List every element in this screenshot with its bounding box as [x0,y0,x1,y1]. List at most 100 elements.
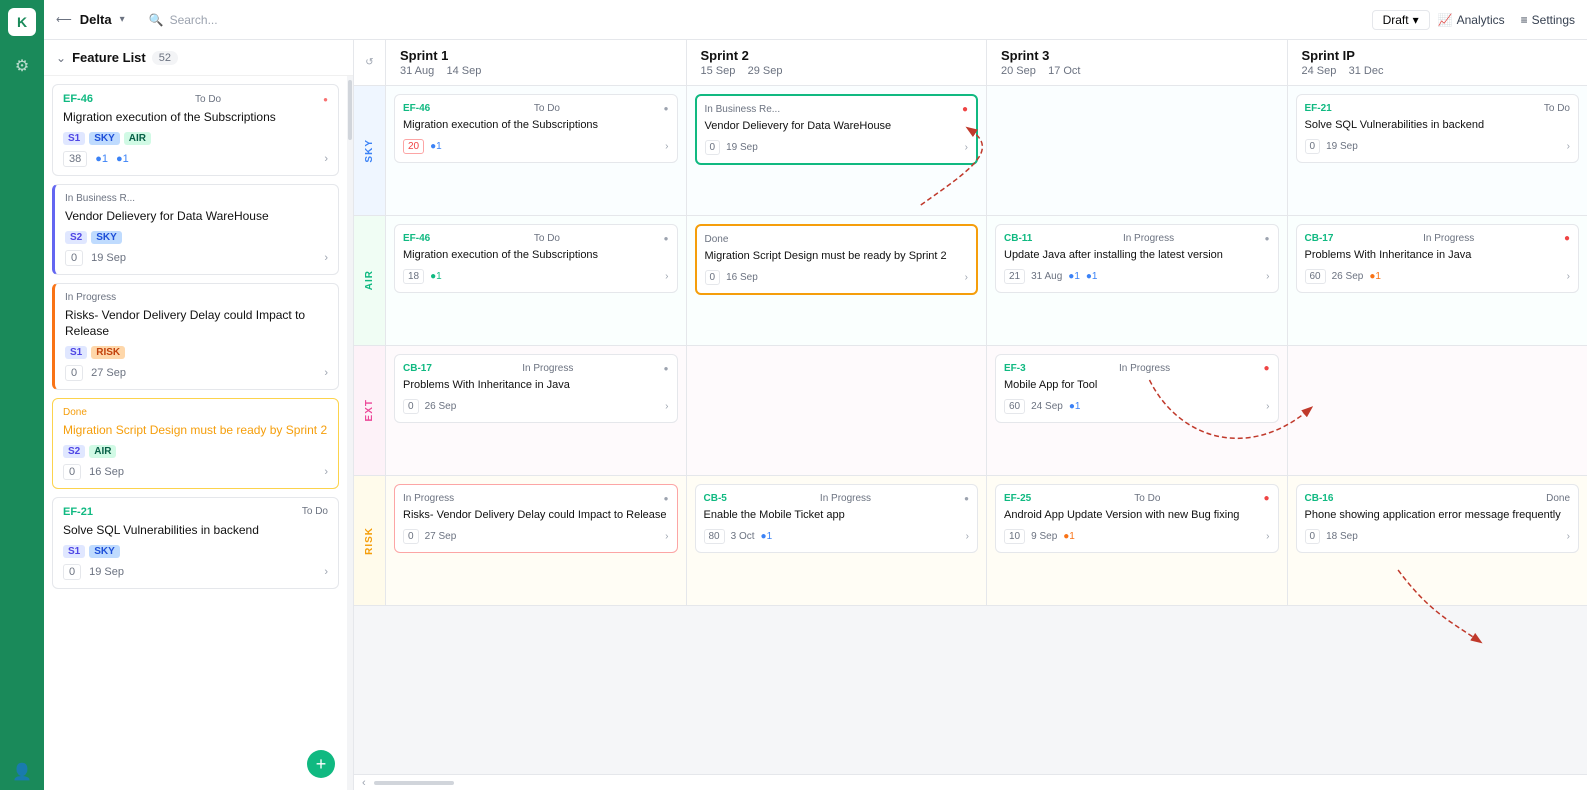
status-dot: ● [1265,234,1270,243]
chevron-right: › [665,401,668,412]
chevron-right: › [1567,141,1570,152]
b-card-id: CB-16 [1305,493,1334,504]
chevron-right: › [966,531,969,542]
card-bottom: 0 27 Sep › [65,365,328,381]
feature-card-ef46[interactable]: EF-46 To Do ● Migration execution of the… [52,84,339,176]
b-card-id: EF-25 [1004,493,1031,504]
b-card-status: To Do [534,233,560,244]
b-card-status: In Business Re... [705,104,781,115]
b-dot: ●1 [1369,271,1381,282]
settings-button[interactable]: ≡ Settings [1521,13,1575,27]
board-card-cb16-risk-sip[interactable]: CB-16 Done Phone showing application err… [1296,484,1580,553]
back-icon: ⟵ [56,13,72,26]
scroll-left-icon[interactable]: ‹ [362,777,366,789]
feature-count: 52 [152,51,178,65]
b-card-bottom: 21 31 Aug ●1 ●1 › [1004,269,1270,284]
board-cell-ext-s2 [687,346,988,475]
card-title: Solve SQL Vulnerabilities in backend [63,522,328,539]
b-card-status: To Do [1134,493,1160,504]
board-card-vendor-sky-s2[interactable]: In Business Re... ● Vendor Delievery for… [695,94,979,165]
horizontal-scrollbar[interactable]: ‹ [354,774,1587,790]
board-card-cb5-risk-s2[interactable]: CB-5 In Progress ● Enable the Mobile Tic… [695,484,979,553]
status-dot: ● [664,104,669,113]
board-card-ef46-sky-s1[interactable]: EF-46 To Do ● Migration execution of the… [394,94,678,163]
back-button[interactable]: ⟵ [56,13,72,26]
board-cell-ext-s1: CB-17 In Progress ● Problems With Inheri… [386,346,687,475]
board-card-migration-air-s2[interactable]: Done Migration Script Design must be rea… [695,224,979,295]
board-card-risks-risk-s1[interactable]: In Progress ● Risks- Vendor Delivery Del… [394,484,678,553]
board-card-ef25-risk-s3[interactable]: EF-25 To Do ● Android App Update Version… [995,484,1279,553]
b-card-title: Update Java after installing the latest … [1004,248,1270,263]
sprint2-dates: 15 Sep 29 Sep [701,65,973,77]
b-date: 31 Aug [1031,271,1062,282]
search-icon: 🔍 [149,13,164,27]
card-id: EF-21 [63,506,93,518]
feature-card-migration-script[interactable]: Done Migration Script Design must be rea… [52,398,339,489]
feature-card-risks[interactable]: In Progress Risks- Vendor Delivery Delay… [52,283,339,391]
row-label-air: AIR [354,216,386,345]
card-num: 0 [63,564,81,580]
tag-s2: S2 [65,231,87,244]
board: ↺ Sprint 1 31 Aug 14 Sep Sprint 2 15 Sep… [354,40,1587,790]
collapse-icon[interactable]: ⌄ [56,51,66,65]
b-card-bottom: 0 19 Sep › [1305,139,1571,154]
nav-icon-settings[interactable]: ⚙ [15,56,29,76]
tag-s1: S1 [63,132,85,145]
card-title: Migration Script Design must be ready by… [63,422,328,439]
chevron-right: › [1567,271,1570,282]
b-num: 0 [403,529,419,544]
feature-card-vendor[interactable]: In Business R... Vendor Delievery for Da… [52,184,339,275]
project-dropdown-icon[interactable]: ▾ [120,14,125,25]
date-text: 16 Sep [89,466,124,478]
b-num: 10 [1004,529,1025,544]
card-status: In Business R... [65,193,135,204]
b-card-status: In Progress [403,493,454,504]
dot-blue2: ●1 [116,153,129,165]
scroll-thumb [348,80,352,140]
tag-sky: SKY [91,231,122,244]
b-card-bottom: 0 27 Sep › [403,529,669,544]
app-logo[interactable]: K [8,8,36,36]
b-card-title: Solve SQL Vulnerabilities in backend [1305,118,1571,133]
card-status: Done [63,407,87,418]
b-card-status: In Progress [820,493,871,504]
board-card-cb11-air-s3[interactable]: CB-11 In Progress ● Update Java after in… [995,224,1279,293]
b-date: 19 Sep [726,142,758,153]
tag-air: AIR [89,445,116,458]
left-navigation: K ⚙ 👤 [0,0,44,790]
dot-blue: ●1 [95,153,108,165]
b-dot: ●1 [430,271,442,282]
tag-sky: SKY [89,545,120,558]
main-area: ⟵ Delta ▾ 🔍 Search... Draft ▾ 📈 Analytic… [44,0,1587,790]
b-card-bottom: 0 18 Sep › [1305,529,1571,544]
board-card-cb17-ext-s1[interactable]: CB-17 In Progress ● Problems With Inheri… [394,354,678,423]
row-labels-header: ↺ [354,40,386,85]
analytics-button[interactable]: 📈 Analytics [1438,13,1505,27]
b-num: 60 [1004,399,1025,414]
b-date: 19 Sep [1326,141,1358,152]
b-dot-blue: ●1 [1068,271,1080,282]
chevron-right-icon: › [324,566,328,578]
board-card-ef3-ext-s3[interactable]: EF-3 In Progress ● Mobile App for Tool 6… [995,354,1279,423]
b-card-title: Migration Script Design must be ready by… [705,249,969,264]
sprint1-header: Sprint 1 31 Aug 14 Sep [386,40,687,85]
card-num: 38 [63,151,87,167]
draft-button[interactable]: Draft ▾ [1372,10,1430,30]
air-label-text: AIR [364,270,375,290]
content-area: ⌄ Feature List 52 EF-46 To Do ● Migratio… [44,40,1587,790]
nav-icon-user[interactable]: 👤 [12,762,32,782]
board-card-ef21-sky-sip[interactable]: EF-21 To Do Solve SQL Vulnerabilities in… [1296,94,1580,163]
b-card-bottom: 0 19 Sep › [705,140,969,155]
card-bottom: 38 ●1 ●1 › [63,151,328,167]
tag-s1: S1 [65,346,87,359]
feature-card-ef21[interactable]: EF-21 To Do Solve SQL Vulnerabilities in… [52,497,339,589]
b-num: 0 [705,270,721,285]
board-card-cb17-air-sip[interactable]: CB-17 In Progress ● Problems With Inheri… [1296,224,1580,293]
add-feature-button[interactable]: + [307,750,335,778]
sidebar-scrollbar[interactable] [347,76,353,790]
tag-risk: RISK [91,346,125,359]
b-card-status: In Progress [522,363,573,374]
h-scroll-thumb [374,781,454,785]
b-card-id: CB-5 [704,493,727,504]
board-card-ef46-air-s1[interactable]: EF-46 To Do ● Migration execution of the… [394,224,678,293]
